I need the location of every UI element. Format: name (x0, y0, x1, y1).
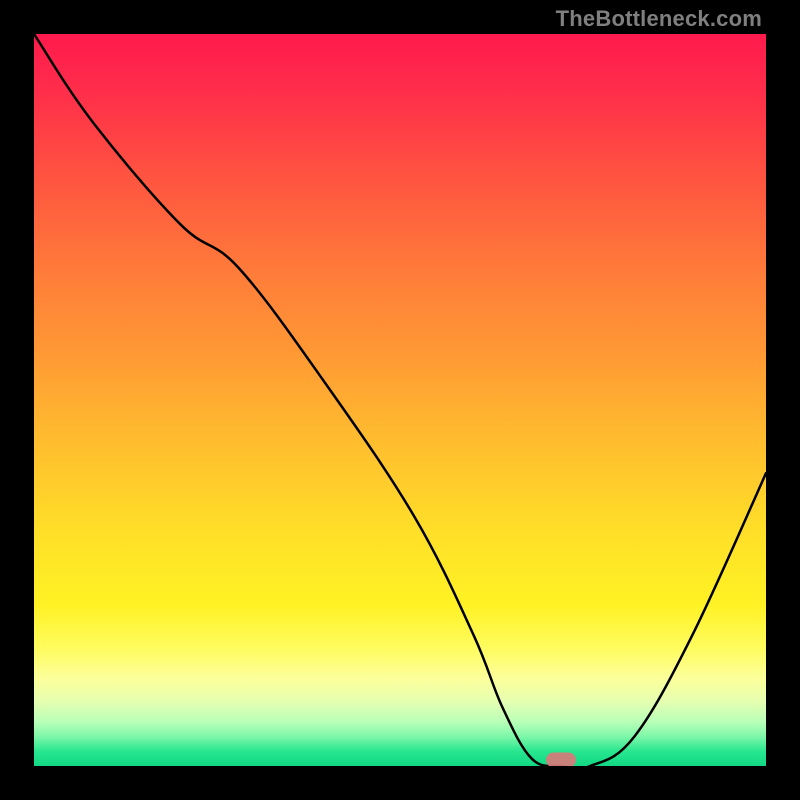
watermark-text: TheBottleneck.com (556, 6, 762, 32)
plot-area (34, 34, 766, 766)
bottleneck-curve (34, 34, 766, 766)
chart-frame: TheBottleneck.com (0, 0, 800, 800)
optimal-marker (546, 753, 576, 766)
